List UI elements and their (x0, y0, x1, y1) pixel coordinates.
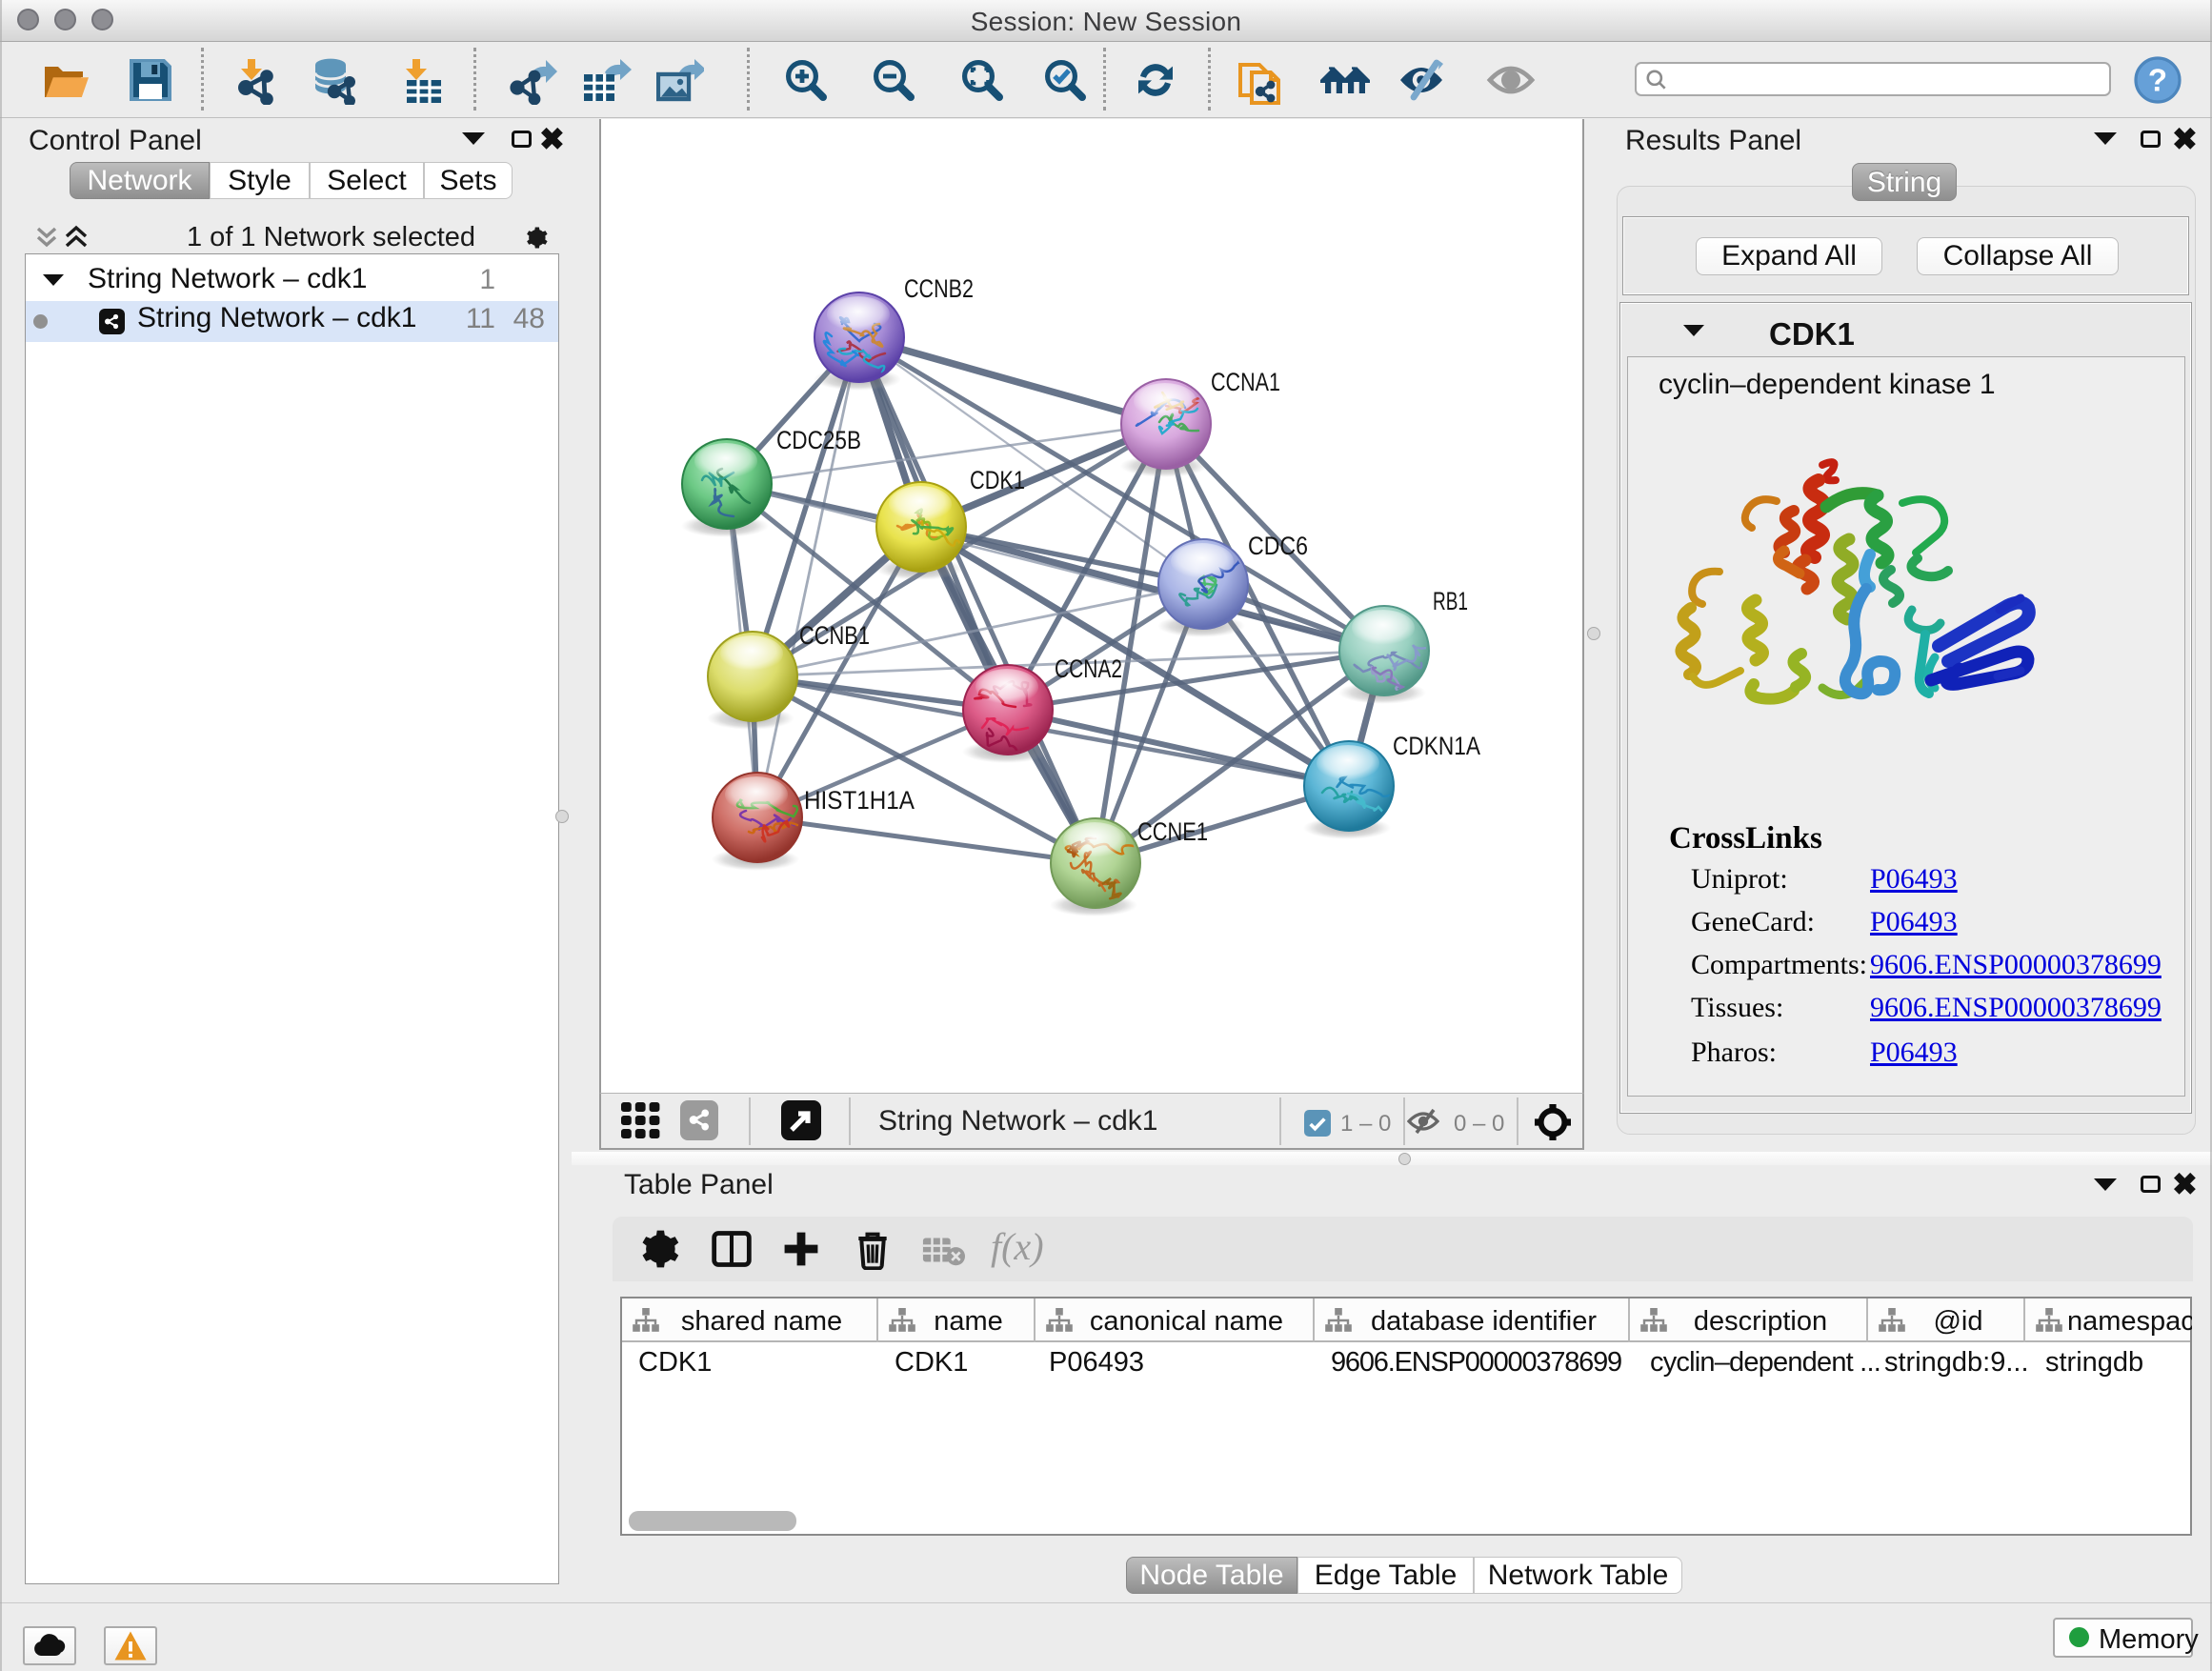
svg-text:CDC6: CDC6 (1248, 532, 1308, 560)
svg-text:?: ? (2148, 62, 2167, 97)
svg-text:CDK1: CDK1 (970, 466, 1025, 494)
svg-text:CCNA1: CCNA1 (1211, 368, 1280, 396)
svg-text:CCNB1: CCNB1 (799, 621, 870, 650)
svg-text:HIST1H1A: HIST1H1A (804, 786, 915, 815)
svg-text:CDKN1A: CDKN1A (1393, 732, 1480, 760)
svg-text:CDC25B: CDC25B (776, 426, 861, 454)
svg-text:RB1: RB1 (1433, 587, 1468, 615)
svg-text:CCNE1: CCNE1 (1137, 817, 1208, 846)
svg-text:CCNA2: CCNA2 (1055, 654, 1122, 683)
svg-text:CCNB2: CCNB2 (904, 274, 974, 303)
